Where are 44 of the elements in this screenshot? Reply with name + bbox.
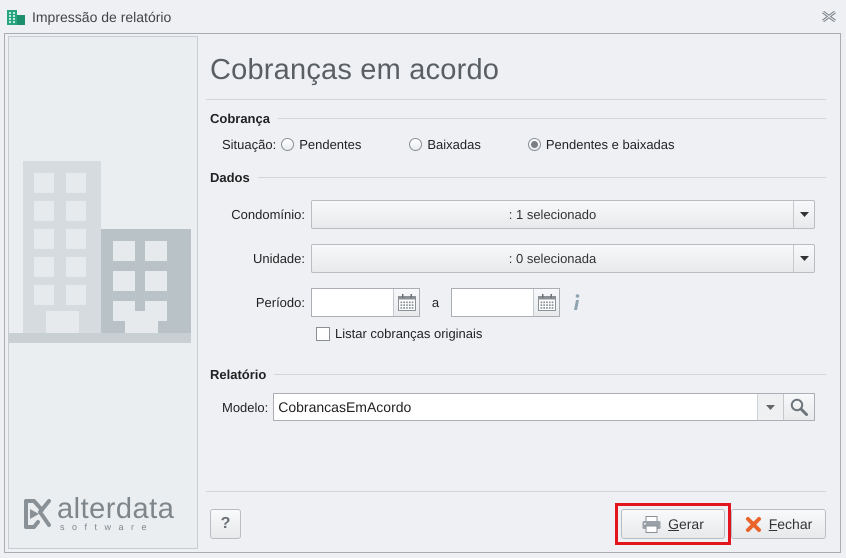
calendar-icon	[538, 294, 556, 311]
field-label: Unidade:	[252, 251, 306, 266]
dropdown[interactable]: : 1 selecionado	[311, 200, 815, 229]
field-label: Modelo:	[222, 400, 268, 414]
radio-label: Baixadas	[427, 137, 481, 152]
field-label: Situação:	[222, 137, 276, 152]
logo-tagline: software	[59, 522, 156, 532]
radio-label: Pendentes e baixadas	[546, 137, 675, 152]
section-title: Relatório	[210, 367, 266, 382]
checkbox-label: Listar cobranças originais	[335, 326, 482, 341]
dropdown[interactable]: : 0 selecionada	[311, 244, 815, 273]
close-button[interactable]: Fechar	[731, 509, 826, 539]
info-icon[interactable]	[572, 294, 580, 311]
range-separator: a	[430, 295, 440, 310]
field-label: Período:	[254, 295, 306, 310]
print-button[interactable]: Gerar	[621, 509, 725, 539]
checkbox[interactable]	[316, 326, 330, 340]
caret-icon	[800, 212, 808, 217]
radio-button[interactable]	[409, 138, 422, 151]
radio-button[interactable]	[281, 138, 294, 151]
search-button[interactable]	[783, 394, 814, 420]
section-title: Cobrança	[210, 111, 270, 126]
printer-icon	[642, 516, 662, 532]
calendar-button[interactable]	[393, 289, 419, 316]
field-label: Condomínio:	[230, 207, 306, 222]
page-heading: Cobranças em acordo	[206, 36, 826, 100]
window-title: Impressão de relatório	[32, 8, 172, 24]
close-icon	[744, 516, 762, 532]
date-field[interactable]	[451, 288, 560, 317]
logo-icon	[23, 498, 53, 530]
logo-name: alterdata	[57, 496, 174, 522]
calendar-button[interactable]	[533, 289, 559, 316]
close-icon[interactable]	[822, 11, 836, 22]
caret-icon	[766, 404, 775, 410]
radio-button[interactable]	[528, 138, 541, 151]
app-icon	[7, 8, 25, 25]
search-icon	[790, 398, 808, 416]
section-title: Dados	[210, 170, 250, 185]
help-button[interactable]: ?	[210, 509, 241, 539]
radio-label: Pendentes	[299, 137, 362, 152]
caret-icon	[800, 256, 808, 261]
date-field[interactable]	[311, 288, 420, 317]
calendar-icon	[398, 294, 416, 311]
model-field[interactable]: CobrancasEmAcordo	[273, 393, 815, 421]
